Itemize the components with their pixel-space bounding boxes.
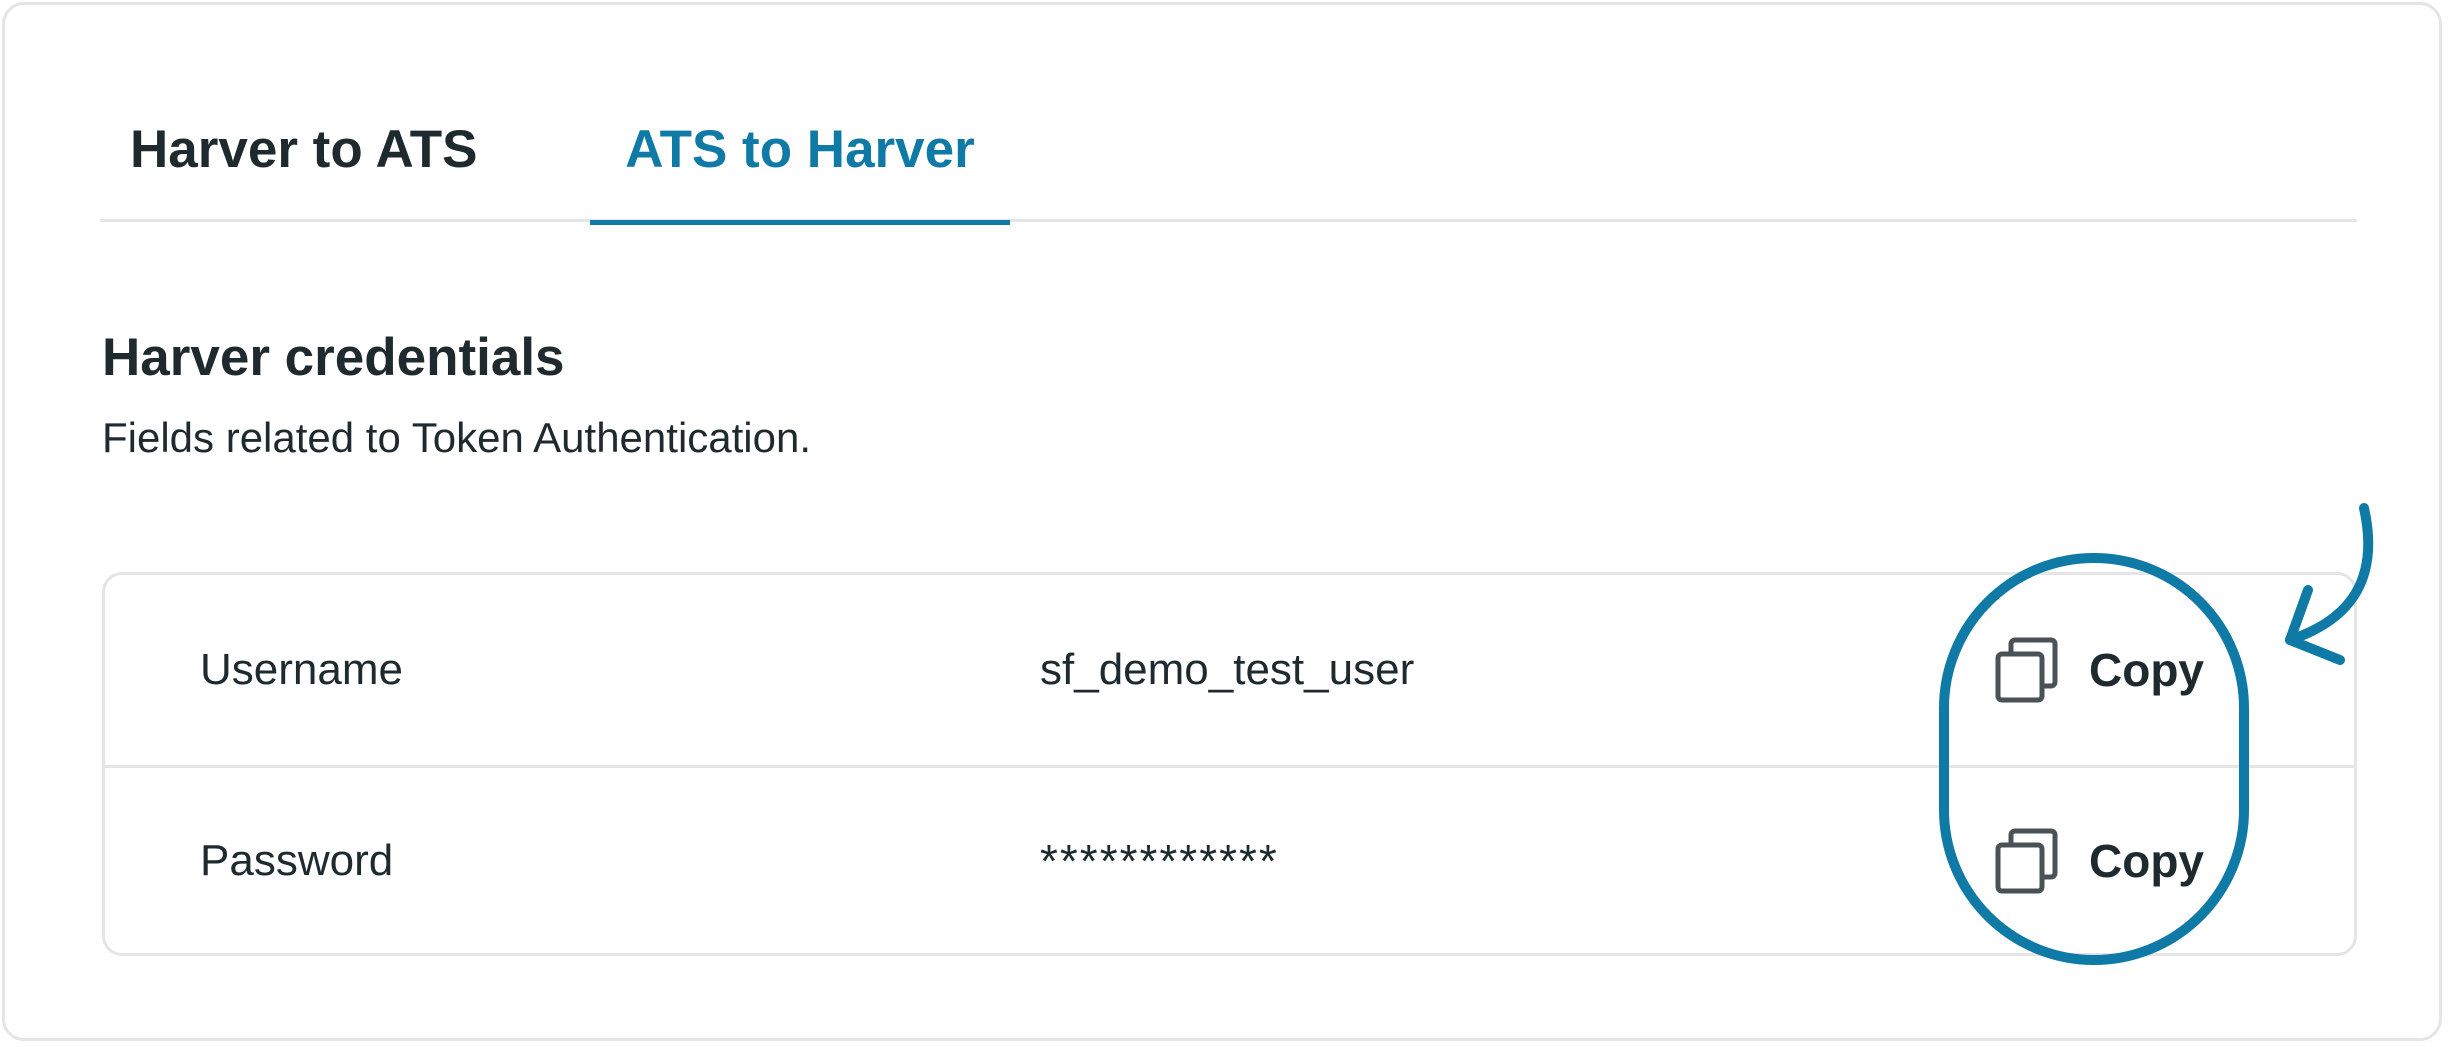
credentials-card: Harver to ATS ATS to Harver Harver crede… bbox=[2, 2, 2442, 1041]
copy-password-button[interactable]: Copy bbox=[1995, 766, 2204, 956]
tab-ats-to-harver[interactable]: ATS to Harver bbox=[590, 65, 1010, 225]
copy-icon bbox=[1995, 828, 2059, 894]
password-value: ************ bbox=[1040, 835, 1279, 887]
username-value: sf_demo_test_user bbox=[1040, 645, 1415, 694]
table-row-username: Username sf_demo_test_user Copy bbox=[105, 575, 2354, 768]
section-title: Harver credentials bbox=[102, 328, 565, 387]
table-row-password: Password ************ Copy bbox=[105, 766, 2354, 956]
password-label: Password bbox=[200, 836, 394, 885]
copy-label: Copy bbox=[2089, 644, 2204, 696]
copy-username-button[interactable]: Copy bbox=[1995, 575, 2204, 765]
tab-harver-to-ats[interactable]: Harver to ATS bbox=[100, 65, 520, 222]
section-description: Fields related to Token Authentication. bbox=[102, 414, 812, 461]
copy-icon bbox=[1995, 637, 2059, 703]
username-label: Username bbox=[200, 645, 403, 694]
tab-bar: Harver to ATS ATS to Harver bbox=[100, 65, 2357, 225]
copy-label: Copy bbox=[2089, 835, 2204, 887]
credentials-table: Username sf_demo_test_user Copy Password… bbox=[102, 572, 2357, 956]
